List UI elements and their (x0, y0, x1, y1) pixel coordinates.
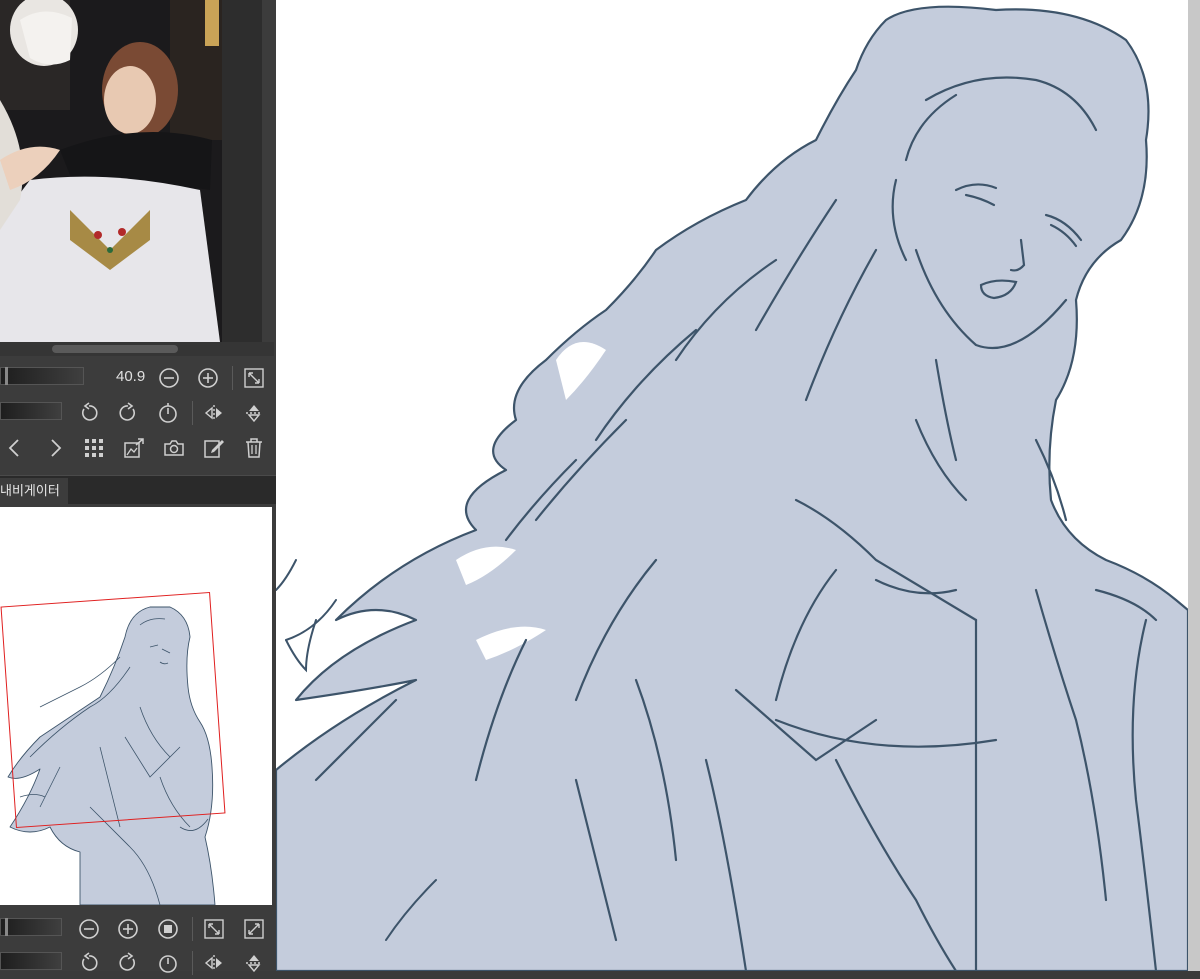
zoom-in-icon (118, 919, 138, 939)
nav-zoom-in-button[interactable] (115, 916, 141, 942)
camera-icon (164, 440, 184, 456)
navigator-preview[interactable] (0, 507, 272, 905)
delete-button[interactable] (241, 435, 267, 461)
rotation-slider[interactable] (0, 402, 62, 420)
zoom-value: 40.9 (116, 368, 146, 385)
canvas-vertical-scrollbar[interactable] (1188, 0, 1200, 971)
prev-button[interactable] (2, 435, 28, 461)
rotate-left-button[interactable] (76, 400, 102, 426)
reference-photo (0, 0, 222, 342)
rotate-right-icon (119, 402, 136, 421)
grid-icon (85, 439, 103, 457)
next-button[interactable] (42, 435, 68, 461)
nav-rotate-row (0, 947, 276, 979)
import-button[interactable] (121, 435, 147, 461)
nav-rotation-slider[interactable] (0, 952, 62, 970)
fit-icon (244, 368, 264, 388)
nav-flip-horizontal-button[interactable] (201, 950, 227, 976)
reset-rotation-icon (159, 403, 177, 423)
prev-icon (8, 439, 19, 457)
navigator-tabbar: 내비게이터 (0, 475, 276, 504)
nav-stop-button[interactable] (155, 916, 181, 942)
edit-button[interactable] (201, 435, 227, 461)
flip-vertical-button[interactable] (241, 400, 267, 426)
nav-reset-rotation-button[interactable] (155, 950, 181, 976)
nav-zoom-slider[interactable] (0, 918, 62, 936)
stop-icon (158, 919, 178, 939)
nav-fill-button[interactable] (241, 916, 267, 942)
fit-button[interactable] (241, 365, 267, 391)
flip-horizontal-button[interactable] (201, 400, 227, 426)
tab-navigator[interactable]: 내비게이터 (0, 478, 68, 504)
zoom-in-icon (198, 368, 218, 388)
grid-button[interactable] (81, 435, 107, 461)
reference-horizontal-scrollbar[interactable] (0, 342, 274, 356)
separator (192, 401, 193, 425)
nav-fit-button[interactable] (201, 916, 227, 942)
camera-button[interactable] (161, 435, 187, 461)
zoom-in-button[interactable] (195, 365, 221, 391)
left-panel: 40.9 내비게이터 (0, 0, 276, 975)
ref-zoom-row: 40.9 (0, 362, 276, 394)
zoom-slider[interactable] (0, 367, 84, 385)
nav-zoom-row (0, 913, 276, 945)
reference-image-viewer[interactable] (0, 0, 262, 342)
zoom-out-icon (79, 919, 99, 939)
edit-icon (204, 440, 224, 458)
navigator-thumbnail (7, 606, 216, 905)
nav-zoom-out-button[interactable] (76, 916, 102, 942)
import-icon (124, 438, 144, 458)
separator (192, 917, 193, 941)
separator (192, 951, 193, 975)
delete-icon (246, 438, 262, 458)
fit-icon (204, 919, 224, 939)
ref-action-row (0, 432, 276, 464)
nav-rotate-right-button[interactable] (115, 950, 141, 976)
reset-rotation-button[interactable] (155, 400, 181, 426)
separator (232, 366, 233, 390)
nav-flip-vertical-button[interactable] (241, 950, 267, 976)
nav-rotate-left-button[interactable] (76, 950, 102, 976)
drawing-canvas[interactable] (276, 0, 1188, 971)
rotate-left-icon (81, 402, 98, 421)
next-icon (51, 439, 62, 457)
fill-icon (244, 919, 264, 939)
rotate-right-button[interactable] (115, 400, 141, 426)
zoom-out-icon (159, 368, 179, 388)
ref-rotate-row (0, 397, 276, 429)
line-art-illustration (276, 5, 1188, 971)
flip-vertical-icon (246, 405, 262, 423)
flip-horizontal-icon (204, 405, 222, 421)
zoom-out-button[interactable] (156, 365, 182, 391)
